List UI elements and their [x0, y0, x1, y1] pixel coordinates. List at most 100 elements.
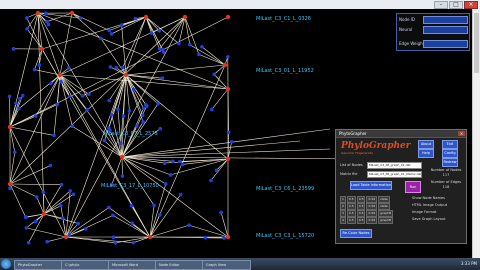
help-button[interactable]: Help: [418, 149, 434, 158]
graph-hub-node[interactable]: [69, 10, 75, 16]
graph-node[interactable]: [66, 66, 71, 70]
graph-node[interactable]: [45, 239, 49, 244]
graph-node[interactable]: [85, 107, 89, 112]
graph-node[interactable]: [135, 124, 139, 128]
graph-node[interactable]: [157, 28, 162, 33]
load-table-button[interactable]: Load Table Information: [350, 181, 392, 190]
table-row[interactable]: 3 0.5 0.5 0.56 graphB: [340, 210, 394, 217]
redraw-button[interactable]: Redraw: [442, 158, 458, 167]
graph-node[interactable]: [41, 190, 46, 195]
graph-node[interactable]: [7, 94, 12, 99]
graph-hub-node[interactable]: [143, 14, 149, 20]
graph-node[interactable]: [212, 72, 216, 77]
graph-node[interactable]: [168, 173, 173, 177]
graph-node[interactable]: [68, 189, 72, 193]
graph-node[interactable]: [8, 186, 12, 191]
maximize-button[interactable]: □: [449, 1, 463, 9]
graph-node[interactable]: [25, 16, 29, 20]
scrollbar-thumb[interactable]: [474, 13, 479, 73]
graph-hub-node[interactable]: [225, 14, 231, 20]
graph-node[interactable]: [83, 227, 88, 231]
graph-node[interactable]: [11, 47, 16, 51]
graph-node[interactable]: [141, 106, 146, 111]
taskbar-item[interactable]: Node Editor: [155, 260, 204, 270]
graph-node[interactable]: [209, 178, 213, 183]
graph-hub-node[interactable]: [7, 124, 13, 130]
graph-node[interactable]: [55, 102, 60, 107]
graph-node[interactable]: [127, 109, 132, 113]
graph-node[interactable]: [109, 113, 114, 117]
graph-node[interactable]: [33, 219, 38, 224]
graph-node[interactable]: [152, 203, 156, 208]
graph-node[interactable]: [113, 240, 118, 245]
graph-node[interactable]: [229, 139, 234, 144]
config-button[interactable]: Config: [442, 149, 458, 158]
graph-node[interactable]: [76, 221, 81, 226]
graph-hub-node[interactable]: [222, 62, 228, 68]
graph-node[interactable]: [67, 233, 72, 237]
run-button[interactable]: Run: [405, 181, 421, 193]
edge-weight-field[interactable]: [423, 40, 468, 48]
table-row[interactable]: 1 0.5 0.5 0.56 state: [340, 196, 390, 203]
graph-node[interactable]: [49, 81, 53, 86]
graph-hub-node[interactable]: [225, 156, 231, 162]
graph-node[interactable]: [214, 168, 219, 173]
graph-node[interactable]: [121, 114, 126, 118]
start-button[interactable]: [1, 259, 11, 269]
graph-node[interactable]: [18, 96, 22, 101]
recolor-nodes-button[interactable]: Re-Color Nodes: [340, 229, 372, 238]
graph-node[interactable]: [219, 210, 223, 215]
graph-node[interactable]: [163, 182, 168, 186]
graph-node[interactable]: [17, 106, 21, 111]
graph-node[interactable]: [177, 41, 181, 46]
graph-node[interactable]: [140, 113, 145, 118]
graph-hub-node[interactable]: [7, 181, 13, 187]
graph-hub-node[interactable]: [35, 10, 41, 16]
graph-node[interactable]: [52, 133, 56, 138]
graph-node[interactable]: [44, 19, 49, 24]
graph-hub-node[interactable]: [63, 234, 69, 240]
graph-node[interactable]: [120, 65, 125, 70]
graph-node[interactable]: [71, 192, 76, 197]
graph-node[interactable]: [26, 241, 31, 245]
graph-node[interactable]: [119, 23, 124, 27]
table-row[interactable]: 4 0.5 0.5 0.56 graphB: [340, 217, 394, 224]
graph-hub-node[interactable]: [39, 46, 45, 52]
taskbar-item[interactable]: Graph View: [202, 260, 251, 270]
graph-node[interactable]: [80, 94, 85, 98]
graph-node[interactable]: [61, 216, 65, 220]
graph-node[interactable]: [200, 44, 204, 49]
graph-node[interactable]: [133, 16, 138, 21]
graph-node[interactable]: [59, 79, 63, 84]
graph-node[interactable]: [78, 16, 83, 20]
taskbar-item[interactable]: Microsoft Word: [108, 260, 157, 270]
graph-node[interactable]: [209, 107, 214, 112]
vertical-scrollbar[interactable]: [472, 9, 480, 258]
graph-node[interactable]: [102, 138, 107, 143]
graph-node[interactable]: [59, 203, 63, 208]
graph-node[interactable]: [111, 213, 115, 218]
graph-node[interactable]: [20, 93, 25, 98]
taskbar-item[interactable]: PhytoGrapher: [14, 260, 63, 270]
graph-node[interactable]: [226, 55, 230, 59]
graph-node[interactable]: [187, 223, 191, 228]
graph-node[interactable]: [32, 67, 37, 72]
neural-field[interactable]: [423, 26, 468, 34]
graph-node[interactable]: [156, 102, 160, 106]
graph-node[interactable]: [157, 46, 162, 51]
graph-node[interactable]: [203, 235, 208, 240]
about-button[interactable]: About: [418, 140, 434, 149]
graph-node[interactable]: [111, 235, 116, 240]
graph-node[interactable]: [33, 114, 38, 118]
graph-node[interactable]: [87, 92, 91, 97]
exit-button[interactable]: Exit: [442, 140, 458, 149]
graph-hub-node[interactable]: [119, 154, 125, 160]
close-button[interactable]: ×: [464, 1, 478, 9]
graph-node[interactable]: [25, 27, 29, 31]
graph-node[interactable]: [23, 215, 28, 220]
graph-node[interactable]: [70, 124, 75, 129]
graph-node[interactable]: [161, 50, 166, 54]
graph-node[interactable]: [171, 159, 175, 164]
graph-node[interactable]: [178, 192, 183, 197]
graph-node[interactable]: [144, 102, 148, 107]
